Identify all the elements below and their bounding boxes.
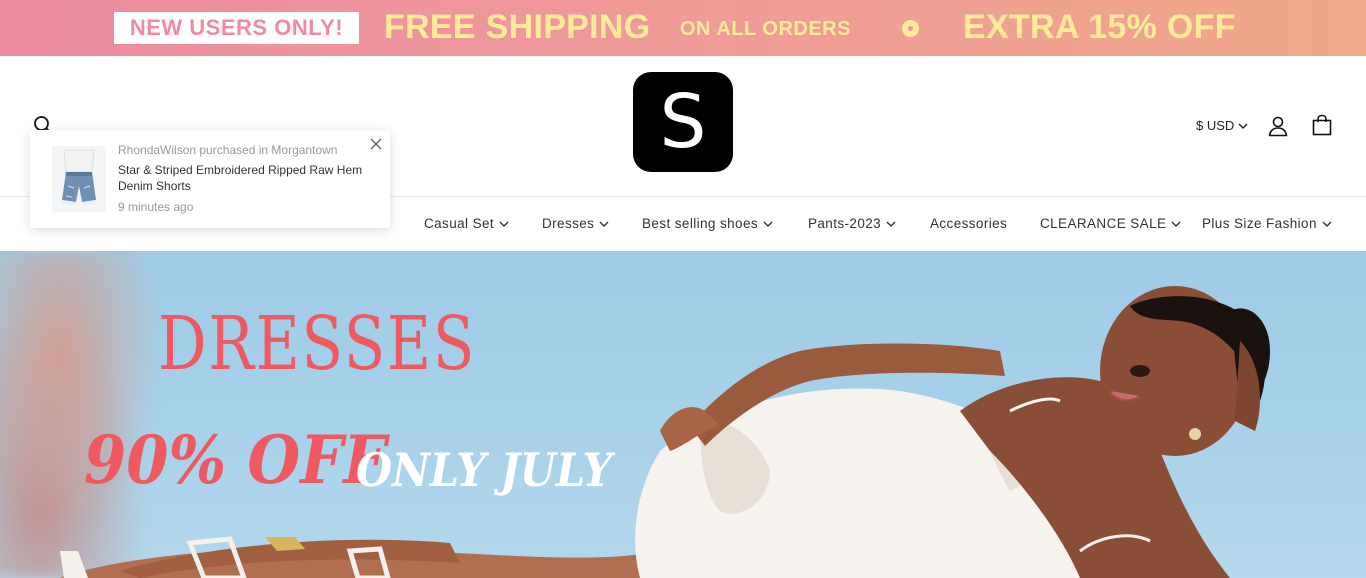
account-icon[interactable]	[1267, 115, 1289, 137]
chevron-down-icon	[599, 221, 609, 227]
nav-item-label: Pants-2023	[808, 216, 882, 231]
shopping-bag-icon[interactable]	[1311, 114, 1333, 136]
chevron-down-icon	[1238, 123, 1248, 129]
close-icon[interactable]	[368, 136, 384, 152]
product-thumbnail[interactable]	[52, 146, 106, 212]
denim-shorts-image	[52, 146, 106, 212]
nav-item-label: Accessories	[930, 216, 1008, 231]
product-title-link[interactable]: Star & Striped Embroidered Ripped Raw He…	[118, 162, 378, 194]
nav-item-label: CLEARANCE SALE	[1040, 216, 1167, 231]
promo-banner[interactable]: NEW USERS ONLY! FREE SHIPPING ON ALL ORD…	[0, 0, 1366, 56]
purchase-meta: RhondaWilson purchased in Morgantown	[118, 143, 338, 157]
nav-item-label: Plus Size Fashion	[1202, 216, 1317, 231]
site-logo[interactable]: S	[633, 72, 733, 172]
chevron-down-icon	[886, 221, 896, 227]
nav-item-clearance-sale[interactable]: CLEARANCE SALE	[1040, 216, 1181, 231]
nav-item-pants-2023[interactable]: Pants-2023	[808, 216, 896, 231]
chevron-down-icon	[1171, 221, 1181, 227]
nav-item-label: Casual Set	[424, 216, 495, 231]
nav-item-best-selling-shoes[interactable]: Best selling shoes	[642, 216, 773, 231]
nav-item-accessories[interactable]: Accessories	[930, 216, 1007, 231]
nav-item-label: Dresses	[542, 216, 595, 231]
recent-purchase-popup[interactable]: RhondaWilson purchased in Morgantown Sta…	[30, 130, 390, 228]
promo-free-shipping: FREE SHIPPING	[384, 8, 651, 46]
purchase-time: 9 minutes ago	[118, 200, 194, 214]
hero-banner[interactable]: DRESSES 90% OFF ONLY JULY	[0, 251, 1366, 578]
currency-selector[interactable]: $ USD	[1196, 118, 1248, 133]
promo-on-all-orders: ON ALL ORDERS	[680, 18, 851, 40]
chevron-down-icon	[763, 221, 773, 227]
chevron-down-icon	[499, 221, 509, 227]
nav-item-dresses[interactable]: Dresses	[542, 216, 609, 231]
nav-item-plus-size-fashion[interactable]: Plus Size Fashion	[1202, 216, 1332, 231]
nav-item-casual-set[interactable]: Casual Set	[424, 216, 509, 231]
promo-badge: NEW USERS ONLY!	[114, 12, 359, 44]
logo-letter: S	[659, 79, 707, 165]
nav-item-label: Best selling shoes	[642, 216, 759, 231]
chevron-down-icon	[1322, 221, 1332, 227]
hero-period: ONLY JULY	[356, 443, 613, 497]
hero-discount: 90% OFF	[84, 421, 387, 499]
hero-headline: DRESSES	[158, 301, 477, 387]
promo-extra-discount: EXTRA 15% OFF	[963, 8, 1236, 46]
promo-separator-dot	[902, 20, 919, 37]
currency-label: $ USD	[1196, 118, 1235, 133]
